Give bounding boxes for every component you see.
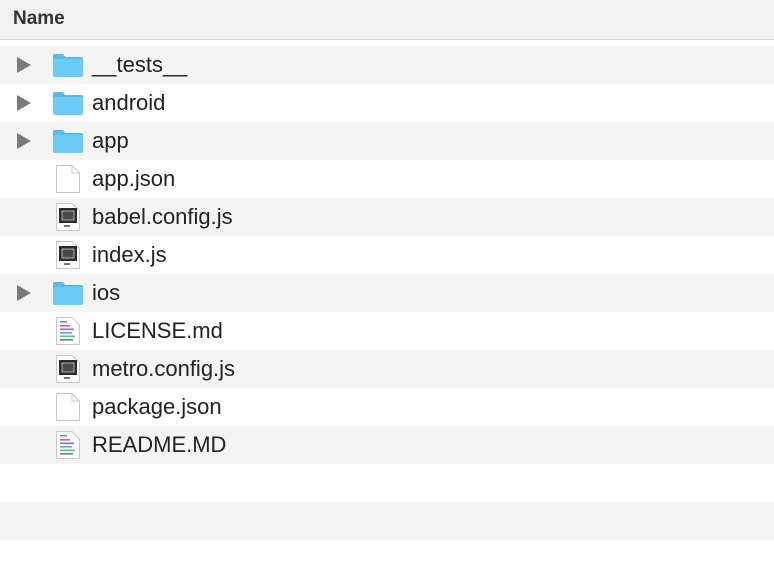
- folder-icon: [52, 89, 84, 117]
- name-column-header[interactable]: Name: [13, 8, 65, 30]
- disclosure-triangle-icon[interactable]: [17, 57, 31, 73]
- file-name-label: LICENSE.md: [92, 318, 223, 343]
- file-name-label: __tests__: [92, 52, 188, 77]
- folder-row[interactable]: ios: [0, 274, 774, 312]
- folder-row[interactable]: __tests__: [0, 46, 774, 84]
- text-document-icon: [52, 431, 84, 459]
- file-name-label: index.js: [92, 242, 167, 267]
- file-row[interactable]: README.MD: [0, 426, 774, 464]
- empty-rows: [0, 464, 774, 540]
- javascript-file-icon: [52, 355, 84, 383]
- file-row[interactable]: app.json: [0, 160, 774, 198]
- blank-document-icon: [52, 393, 84, 421]
- column-header: Name: [0, 0, 774, 40]
- folder-row[interactable]: app: [0, 122, 774, 160]
- disclosure-triangle-icon[interactable]: [17, 133, 31, 149]
- folder-icon: [52, 127, 84, 155]
- file-row[interactable]: babel.config.js: [0, 198, 774, 236]
- file-row[interactable]: LICENSE.md: [0, 312, 774, 350]
- disclosure-triangle-icon[interactable]: [17, 95, 31, 111]
- file-list: __tests__ android app app.json babel.con…: [0, 46, 774, 464]
- javascript-file-icon: [52, 203, 84, 231]
- javascript-file-icon: [52, 241, 84, 269]
- empty-row: [0, 502, 774, 540]
- folder-row[interactable]: android: [0, 84, 774, 122]
- file-name-label: app: [92, 128, 129, 153]
- folder-icon: [52, 279, 84, 307]
- file-row[interactable]: index.js: [0, 236, 774, 274]
- disclosure-triangle-icon[interactable]: [17, 285, 31, 301]
- file-name-label: metro.config.js: [92, 356, 236, 381]
- file-name-label: app.json: [92, 166, 176, 191]
- file-row[interactable]: metro.config.js: [0, 350, 774, 388]
- file-name-label: package.json: [92, 394, 222, 419]
- file-name-label: babel.config.js: [92, 204, 233, 229]
- file-name-label: ios: [92, 280, 121, 305]
- empty-row: [0, 464, 774, 502]
- blank-document-icon: [52, 165, 84, 193]
- file-row[interactable]: package.json: [0, 388, 774, 426]
- folder-icon: [52, 51, 84, 79]
- file-name-label: README.MD: [92, 432, 227, 457]
- text-document-icon: [52, 317, 84, 345]
- file-name-label: android: [92, 90, 166, 115]
